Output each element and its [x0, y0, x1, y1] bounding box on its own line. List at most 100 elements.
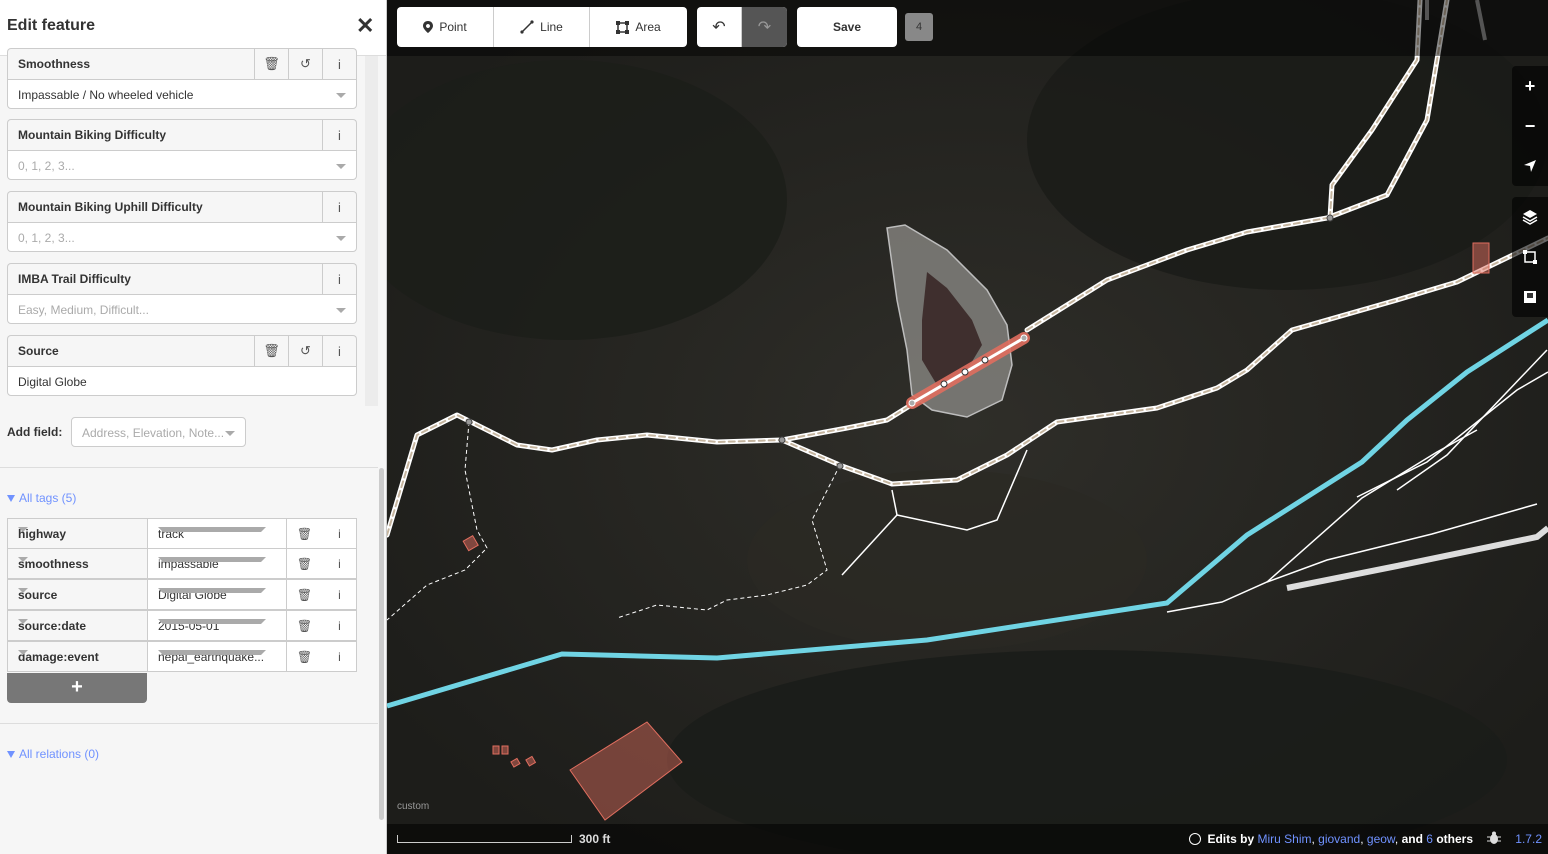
mtb-difficulty-combo[interactable]: 0, 1, 2, 3...: [7, 150, 357, 180]
zoom-controls: + −: [1512, 66, 1548, 186]
sidebar-scrollbar[interactable]: [379, 468, 384, 820]
add-area-button[interactable]: Area: [590, 7, 687, 47]
chevron-down-icon: [18, 588, 28, 593]
zoom-out-button[interactable]: −: [1512, 106, 1548, 146]
field-mtb-uphill: Mountain Biking Uphill Difficulty i 0, 1…: [7, 191, 357, 253]
tag-key-text: damage:event: [18, 650, 99, 664]
geolocate-button[interactable]: [1512, 146, 1548, 186]
info-icon[interactable]: i: [322, 611, 357, 640]
help-button[interactable]: [1512, 277, 1548, 317]
all-relations-toggle[interactable]: All relations (0): [7, 747, 99, 761]
trash-icon[interactable]: 🗑: [287, 549, 322, 578]
background-button[interactable]: [1512, 197, 1548, 237]
user-link[interactable]: geow: [1367, 832, 1395, 846]
map-data-button[interactable]: [1512, 237, 1548, 277]
map-canvas[interactable]: [387, 0, 1548, 854]
map-svg[interactable]: [387, 0, 1548, 854]
info-icon[interactable]: i: [322, 580, 357, 609]
others-count-link[interactable]: 6: [1426, 832, 1433, 846]
redo-button[interactable]: ↷: [742, 7, 787, 47]
field-label-row: Mountain Biking Uphill Difficulty i: [7, 191, 357, 222]
chevron-down-icon: [158, 588, 266, 593]
tag-value[interactable]: nepal_earthquake...: [148, 642, 287, 671]
tag-value[interactable]: impassable: [148, 549, 287, 578]
imba-combo[interactable]: Easy, Medium, Difficult...: [7, 294, 357, 324]
trash-icon[interactable]: 🗑: [287, 519, 322, 548]
tag-row: source Digital Globe 🗑 i: [7, 579, 357, 610]
building[interactable]: [1472, 242, 1490, 274]
panel-controls: [1512, 197, 1548, 317]
tag-key[interactable]: highway: [8, 519, 148, 548]
data-icon: [1523, 250, 1537, 264]
chevron-down-icon: [336, 93, 346, 98]
tag-key[interactable]: source:date: [8, 611, 148, 640]
add-field-combo[interactable]: Address, Elevation, Note...: [71, 417, 246, 447]
plus-icon: +: [1524, 75, 1536, 96]
version-link[interactable]: 1.7.2: [1515, 832, 1542, 846]
chevron-down-icon: [18, 527, 28, 532]
tag-key[interactable]: smoothness: [8, 549, 148, 578]
trash-icon[interactable]: 🗑: [254, 336, 288, 366]
mtb-uphill-combo[interactable]: 0, 1, 2, 3...: [7, 222, 357, 252]
user-link[interactable]: Miru Shim: [1257, 832, 1311, 846]
info-icon[interactable]: i: [322, 192, 356, 222]
building[interactable]: [501, 745, 509, 755]
info-icon[interactable]: i: [322, 549, 357, 578]
tag-key-text: source:date: [18, 619, 87, 633]
scale-label: 300 ft: [579, 832, 611, 846]
tag-row: source:date 2015-05-01 🗑 i: [7, 610, 357, 641]
trash-icon[interactable]: 🗑: [287, 580, 322, 609]
add-line-button[interactable]: Line: [494, 7, 590, 47]
close-icon[interactable]: ✕: [356, 15, 374, 37]
field-value: Digital Globe: [18, 375, 87, 389]
map-footer: 300 ft Edits by Miru Shim, giovand, geow…: [387, 824, 1548, 854]
all-tags-toggle[interactable]: All tags (5): [7, 491, 76, 505]
info-icon[interactable]: i: [322, 120, 356, 150]
add-tag-button[interactable]: +: [7, 673, 147, 703]
chevron-down-icon: [225, 431, 235, 436]
tag-key[interactable]: damage:event: [8, 642, 148, 671]
attribution-others: others: [1436, 832, 1473, 846]
undo-icon: ↶: [712, 19, 726, 36]
source-input[interactable]: Digital Globe: [7, 366, 357, 396]
info-icon[interactable]: i: [322, 336, 356, 366]
chevron-down-icon: [336, 308, 346, 313]
tag-value[interactable]: track: [148, 519, 287, 548]
tag-key[interactable]: source: [8, 580, 148, 609]
divider: [0, 467, 378, 468]
smoothness-combo[interactable]: Impassable / No wheeled vehicle: [7, 79, 357, 109]
all-tags-label: All tags (5): [19, 491, 77, 505]
user-link[interactable]: giovand: [1318, 832, 1360, 846]
info-icon[interactable]: i: [322, 519, 357, 548]
attribution-and: and: [1401, 832, 1423, 846]
chevron-down-icon: [158, 527, 266, 532]
bug-icon[interactable]: [1486, 830, 1502, 849]
help-book-icon: [1524, 291, 1536, 303]
trash-icon[interactable]: 🗑: [287, 642, 322, 671]
field-source: Source 🗑 ↺ i Digital Globe: [7, 335, 357, 397]
line-icon: [520, 20, 534, 34]
chevron-down-icon: [18, 619, 28, 624]
info-icon[interactable]: i: [322, 642, 357, 671]
zoom-in-button[interactable]: +: [1512, 66, 1548, 106]
layers-icon: [1522, 210, 1538, 225]
info-icon[interactable]: i: [322, 49, 356, 79]
triangle-down-icon: [7, 495, 15, 502]
save-button[interactable]: Save: [797, 7, 897, 47]
trash-icon[interactable]: 🗑: [287, 611, 322, 640]
add-point-button[interactable]: Point: [397, 7, 494, 47]
point-icon: [423, 21, 434, 33]
tag-value[interactable]: Digital Globe: [148, 580, 287, 609]
attribution: Edits by Miru Shim, giovand, geow, and 6…: [1189, 832, 1473, 846]
info-icon[interactable]: i: [322, 264, 356, 294]
undo-redo-group: ↶ ↷: [697, 7, 787, 47]
chevron-down-icon: [158, 650, 266, 655]
edit-count-badge: 4: [905, 13, 933, 41]
undo-button[interactable]: ↶: [697, 7, 742, 47]
trash-icon[interactable]: 🗑: [254, 49, 288, 79]
undo-field-icon[interactable]: ↺: [288, 49, 322, 79]
undo-field-icon[interactable]: ↺: [288, 336, 322, 366]
building[interactable]: [492, 745, 500, 755]
attribution-prefix: Edits by: [1207, 832, 1255, 846]
tag-value[interactable]: 2015-05-01: [148, 611, 287, 640]
